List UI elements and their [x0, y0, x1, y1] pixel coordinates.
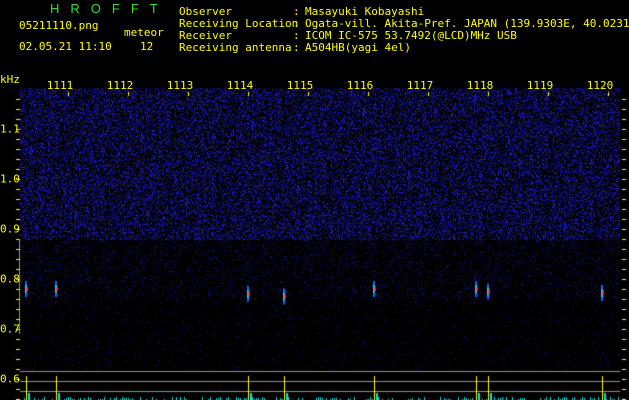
info-value: A504HB(yagi 4el) [305, 41, 411, 54]
meteor-count: 12 [140, 40, 154, 53]
y-tick-label: 0.6 [0, 372, 20, 386]
y-tick-label: 1.0 [0, 172, 20, 186]
y-tick-label: 1.1 [0, 122, 20, 136]
x-tick-label: 1113 [166, 79, 194, 92]
y-tick-label: 0.9 [0, 222, 20, 236]
info-label: Receiving antenna [179, 41, 292, 54]
spectrogram [0, 0, 629, 400]
x-tick-label: 1120 [586, 79, 614, 92]
app-title: HROFFT [50, 1, 169, 16]
x-tick-label: 1111 [46, 79, 74, 92]
file-name: 05211110.png [19, 19, 99, 32]
x-tick-label: 1114 [226, 79, 254, 92]
meteor-label: meteor [124, 26, 164, 39]
x-tick-label: 1119 [526, 79, 554, 92]
y-tick-label: 0.8 [0, 272, 20, 286]
x-tick-label: 1112 [106, 79, 134, 92]
y-axis-label: kHz [0, 73, 20, 86]
x-tick-label: 1117 [406, 79, 434, 92]
y-tick-label: 0.7 [0, 322, 20, 336]
datetime: 02.05.21 11:10 [19, 40, 112, 53]
x-tick-label: 1118 [466, 79, 494, 92]
x-tick-label: 1115 [286, 79, 314, 92]
x-tick-label: 1116 [346, 79, 374, 92]
